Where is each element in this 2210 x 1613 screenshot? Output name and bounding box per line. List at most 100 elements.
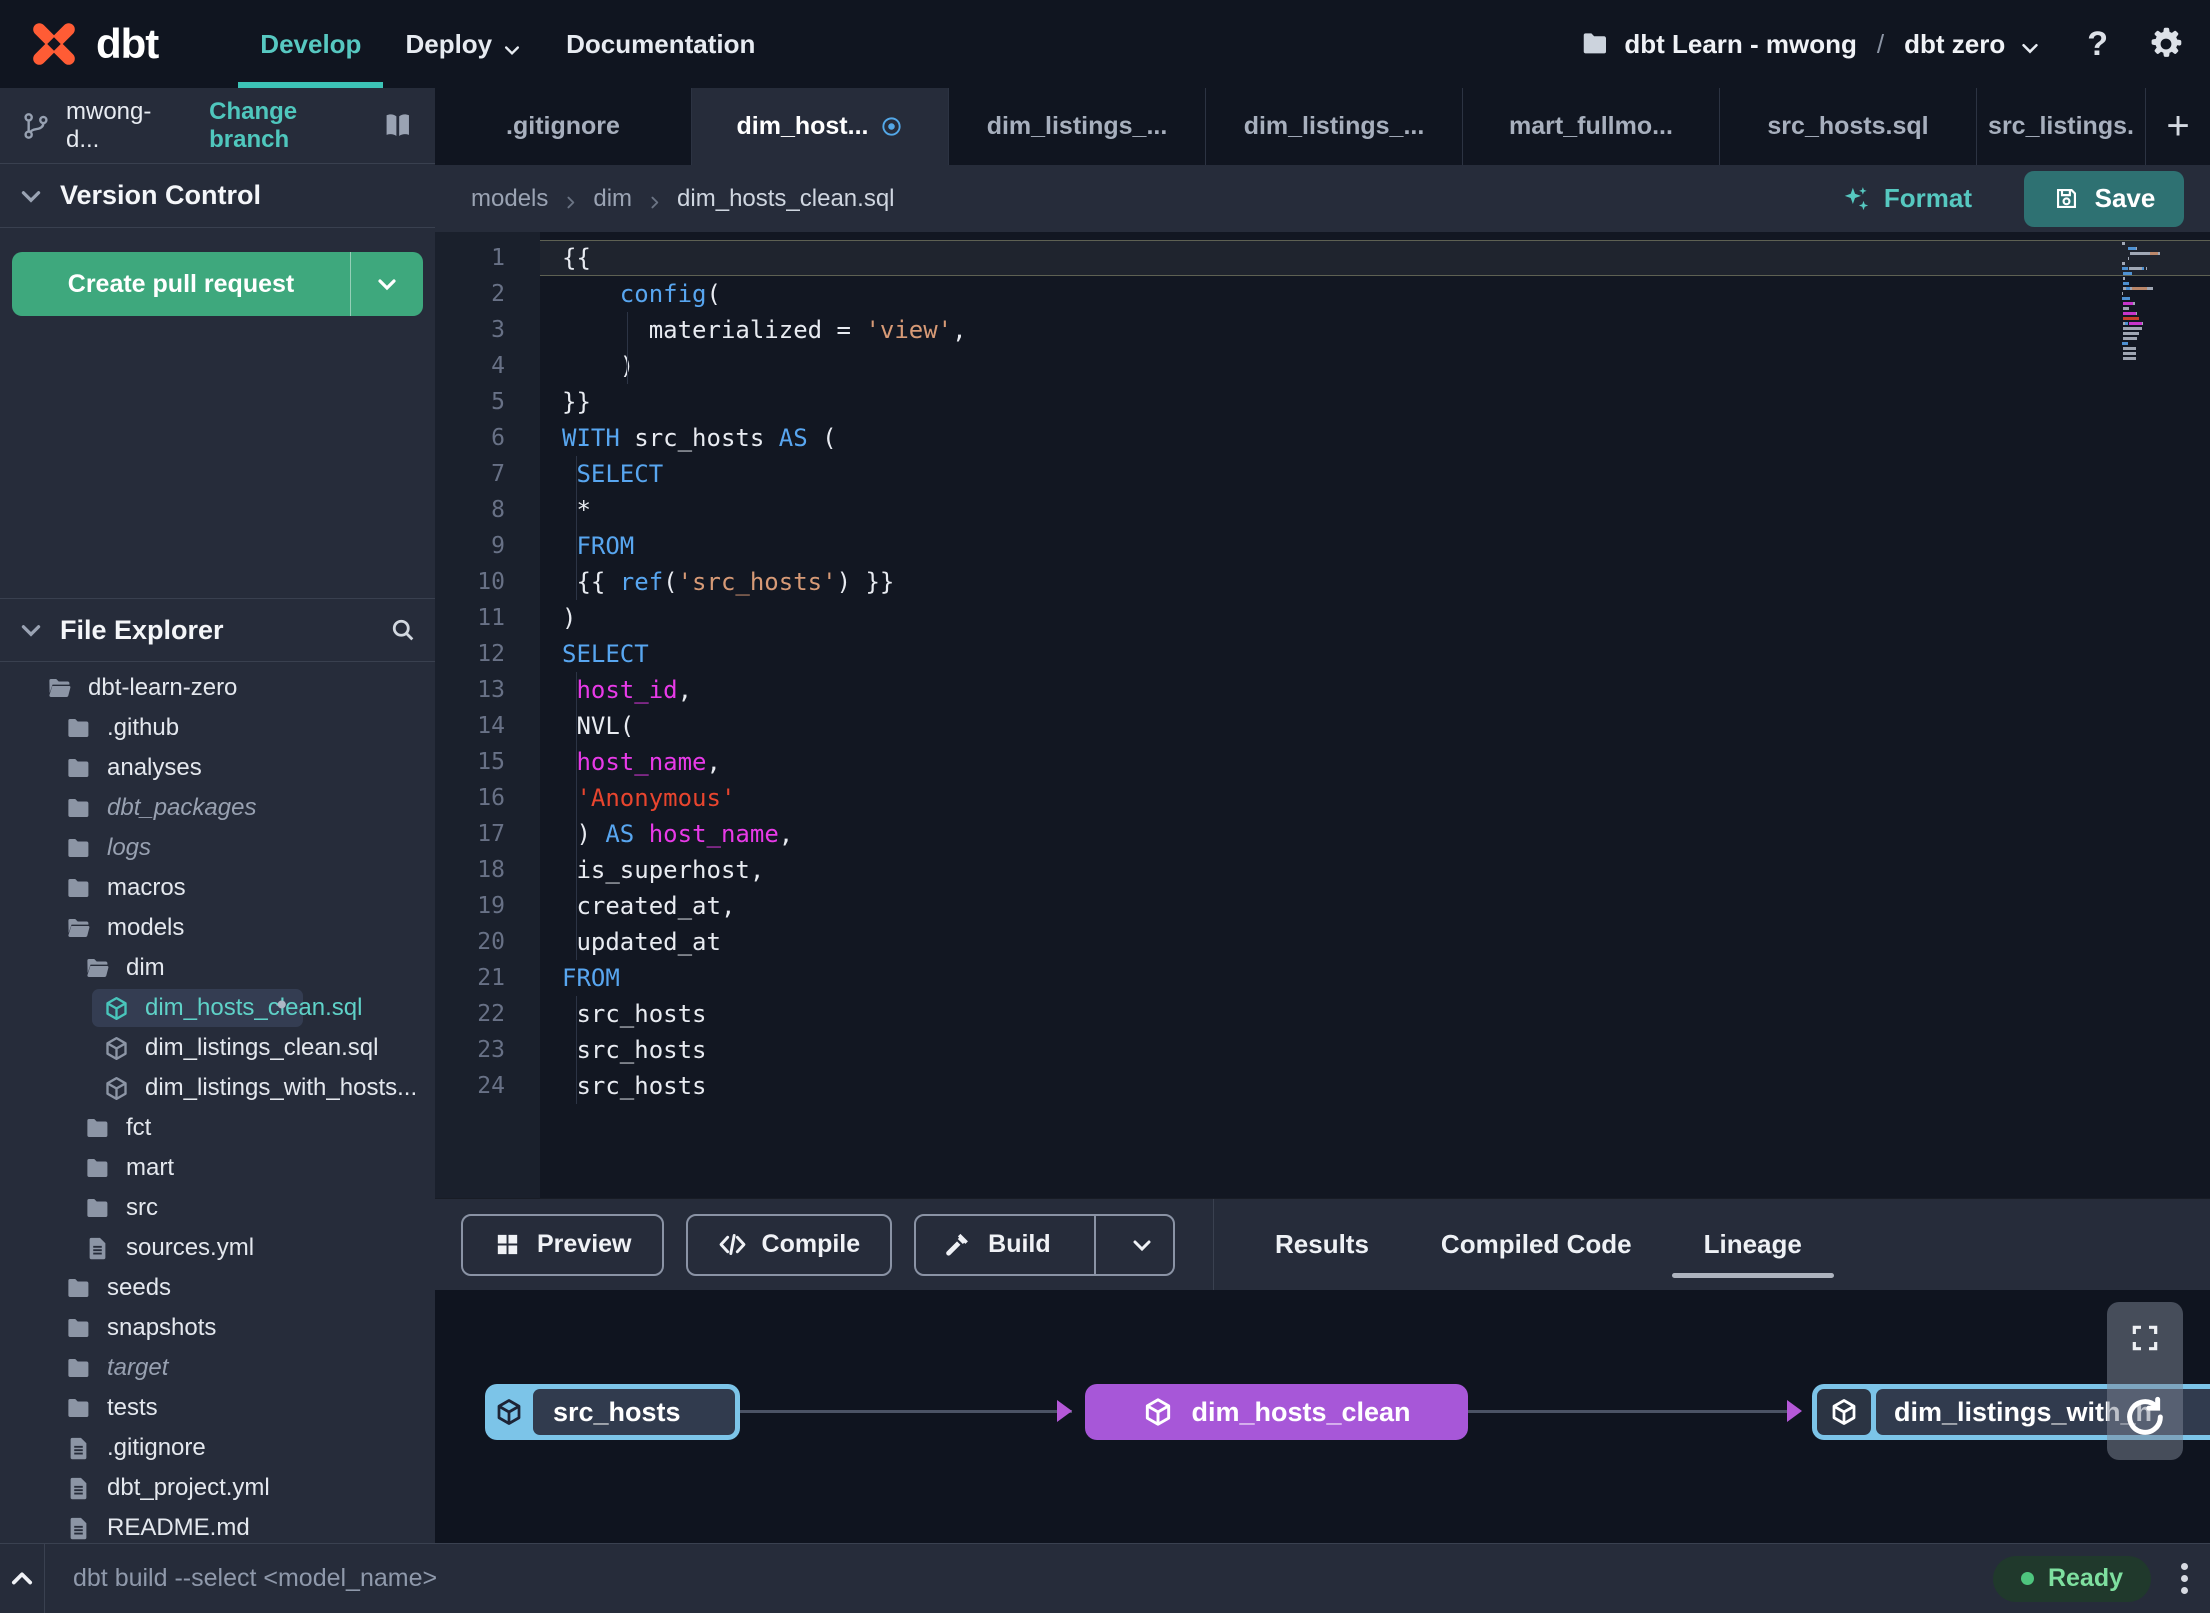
nav-deploy[interactable]: Deploy bbox=[383, 0, 544, 88]
code-line-5[interactable]: 5}} bbox=[435, 384, 2210, 420]
code-line-19[interactable]: 19 created_at, bbox=[435, 888, 2210, 924]
code-line-1[interactable]: 1 {{ bbox=[435, 240, 2210, 276]
code-editor[interactable]: 1{{2 config(3 materialized = 'view', 4 ) 5… bbox=[435, 232, 2210, 1198]
pull-request-dropdown-button[interactable] bbox=[351, 252, 423, 316]
tree-item-sources-yml[interactable]: sources.yml bbox=[0, 1228, 435, 1268]
tree-item-tests[interactable]: tests bbox=[0, 1388, 435, 1428]
breadcrumb-item-dim[interactable]: dim bbox=[593, 185, 632, 213]
editor-tab-mart-fullmo[interactable]: mart_fullmo... bbox=[1463, 88, 1720, 165]
editor-tab-dim-listings[interactable]: dim_listings_... bbox=[949, 88, 1206, 165]
dbt-logo[interactable]: dbt bbox=[26, 16, 159, 72]
create-pull-request-button[interactable]: Create pull request bbox=[12, 252, 423, 316]
lineage-node-src-hosts[interactable]: src_hosts bbox=[485, 1384, 740, 1440]
tree-item-dbt-project-yml[interactable]: dbt_project.yml bbox=[0, 1468, 435, 1508]
code-line-12[interactable]: 12 SELECT bbox=[435, 636, 2210, 672]
code-line-21[interactable]: 21 FROM bbox=[435, 960, 2210, 996]
search-icon[interactable] bbox=[389, 616, 417, 644]
tree-item-mart[interactable]: mart bbox=[0, 1148, 435, 1188]
dbt-logo-text: dbt bbox=[96, 20, 159, 67]
editor-tab-dim-host[interactable]: dim_host... bbox=[692, 88, 949, 165]
tree-item-snapshots[interactable]: snapshots bbox=[0, 1308, 435, 1348]
build-button[interactable]: Build bbox=[914, 1213, 1175, 1276]
preview-button[interactable]: Preview bbox=[461, 1213, 664, 1276]
tree-item-fct[interactable]: fct bbox=[0, 1108, 435, 1148]
tree-item-seeds[interactable]: seeds bbox=[0, 1268, 435, 1308]
tree-item-dim-listings-clean-sql[interactable]: dim_listings_clean.sql bbox=[0, 1028, 435, 1068]
breadcrumb-item-dim-hosts-clean-sql[interactable]: dim_hosts_clean.sql bbox=[677, 185, 894, 213]
fullscreen-icon[interactable] bbox=[2129, 1322, 2161, 1354]
settings-gear-icon[interactable] bbox=[2148, 26, 2184, 62]
new-tab-button[interactable]: + bbox=[2146, 88, 2210, 165]
result-tab-compiled-code[interactable]: Compiled Code bbox=[1441, 1229, 1632, 1260]
nav-documentation[interactable]: Documentation bbox=[544, 0, 777, 88]
file-explorer-header[interactable]: File Explorer bbox=[0, 598, 435, 662]
nav-develop[interactable]: Develop bbox=[238, 0, 383, 88]
model-cube-icon bbox=[1142, 1396, 1174, 1428]
result-tab-lineage[interactable]: Lineage bbox=[1671, 1229, 1835, 1278]
tree-item-dbt-packages[interactable]: dbt_packages bbox=[0, 788, 435, 828]
version-control-header[interactable]: Version Control bbox=[0, 164, 435, 228]
tab-label: dim_host... bbox=[736, 112, 869, 140]
tree-item-analyses[interactable]: analyses bbox=[0, 748, 435, 788]
editor-tab-src-listings[interactable]: src_listings. bbox=[1977, 88, 2146, 165]
code-line-16[interactable]: 16 'Anonymous' bbox=[435, 780, 2210, 816]
change-branch-link[interactable]: Change branch bbox=[209, 98, 381, 154]
format-button[interactable]: Format bbox=[1841, 183, 1972, 214]
refresh-icon[interactable] bbox=[2122, 1394, 2168, 1440]
code-line-23[interactable]: 23 src_hosts bbox=[435, 1032, 2210, 1068]
tree-item-target[interactable]: target bbox=[0, 1348, 435, 1388]
tree-item-dim-hosts-clean-sql[interactable]: dim_hosts_clean.sql • bbox=[0, 988, 435, 1028]
tree-item-dbt-learn-zero[interactable]: dbt-learn-zero bbox=[0, 668, 435, 708]
tree-item-readme-md[interactable]: README.md bbox=[0, 1508, 435, 1543]
editor-tab-gitignore[interactable]: .gitignore bbox=[435, 88, 692, 165]
tree-item-models[interactable]: models bbox=[0, 908, 435, 948]
code-line-15[interactable]: 15 host_name, bbox=[435, 744, 2210, 780]
code-line-2[interactable]: 2 config( bbox=[435, 276, 2210, 312]
compile-button[interactable]: Compile bbox=[685, 1213, 893, 1276]
editor-tab-src-hosts-sql[interactable]: src_hosts.sql bbox=[1720, 88, 1977, 165]
kebab-menu-button[interactable] bbox=[2177, 1559, 2192, 1598]
line-number: 8 bbox=[491, 497, 505, 523]
tree-item-dim[interactable]: dim bbox=[0, 948, 435, 988]
command-input[interactable]: dbt build --select <model_name> bbox=[73, 1564, 437, 1593]
editor-minimap[interactable] bbox=[2122, 242, 2194, 362]
code-line-18[interactable]: 18 is_superhost, bbox=[435, 852, 2210, 888]
tree-item-dim-listings-with-hosts[interactable]: dim_listings_with_hosts... bbox=[0, 1068, 435, 1108]
code-line-9[interactable]: 9 FROM bbox=[435, 528, 2210, 564]
tree-item-macros[interactable]: macros bbox=[0, 868, 435, 908]
dbt-cloud-ide: dbt Develop Deploy Documentation dbt Lea… bbox=[0, 0, 2210, 1613]
editor-tab-dim-listings[interactable]: dim_listings_... bbox=[1206, 88, 1463, 165]
tree-item-github[interactable]: .github bbox=[0, 708, 435, 748]
tree-item-logs[interactable]: logs bbox=[0, 828, 435, 868]
code-line-10[interactable]: 10 {{ ref('src_hosts') }} bbox=[435, 564, 2210, 600]
tree-item-src[interactable]: src bbox=[0, 1188, 435, 1228]
code-line-11[interactable]: 11) bbox=[435, 600, 2210, 636]
docs-book-icon[interactable] bbox=[381, 109, 415, 143]
code-line-6[interactable]: 6 WITH src_hosts AS ( bbox=[435, 420, 2210, 456]
code-line-17[interactable]: 17 ) AS host_name, bbox=[435, 816, 2210, 852]
project-selector[interactable]: dbt Learn - mwong / dbt zero bbox=[1580, 29, 2041, 60]
lineage-node-dim-hosts-clean[interactable]: dim_hosts_clean bbox=[1085, 1384, 1468, 1440]
breadcrumb-bar: models dim dim_hosts_clean.sql Format Save bbox=[435, 165, 2210, 232]
create-pull-request-label[interactable]: Create pull request bbox=[12, 252, 350, 316]
breadcrumb: models dim dim_hosts_clean.sql bbox=[471, 185, 895, 213]
code-line-4[interactable]: 4 ) bbox=[435, 348, 2210, 384]
expand-panel-button[interactable] bbox=[0, 1544, 44, 1613]
code-line-7[interactable]: 7 SELECT bbox=[435, 456, 2210, 492]
code-line-13[interactable]: 13 host_id, bbox=[435, 672, 2210, 708]
tree-item-gitignore[interactable]: .gitignore bbox=[0, 1428, 435, 1468]
code-line-20[interactable]: 20 updated_at bbox=[435, 924, 2210, 960]
code-line-24[interactable]: 24 src_hosts bbox=[435, 1068, 2210, 1104]
code-line-22[interactable]: 22 src_hosts bbox=[435, 996, 2210, 1032]
code-line-3[interactable]: 3 materialized = 'view', bbox=[435, 312, 2210, 348]
code-line-8[interactable]: 8 * bbox=[435, 492, 2210, 528]
help-button[interactable]: ? bbox=[2087, 25, 2108, 64]
save-button[interactable]: Save bbox=[2024, 170, 2184, 227]
build-dropdown-button[interactable] bbox=[1111, 1216, 1173, 1274]
lineage-canvas[interactable]: src_hosts dim_hosts_clean dim_listings_w… bbox=[435, 1290, 2210, 1543]
code-line-14[interactable]: 14 NVL( bbox=[435, 708, 2210, 744]
folder-open-icon bbox=[65, 915, 92, 942]
folder-icon bbox=[84, 1115, 111, 1142]
breadcrumb-item-models[interactable]: models bbox=[471, 185, 548, 213]
result-tab-results[interactable]: Results bbox=[1275, 1229, 1369, 1260]
